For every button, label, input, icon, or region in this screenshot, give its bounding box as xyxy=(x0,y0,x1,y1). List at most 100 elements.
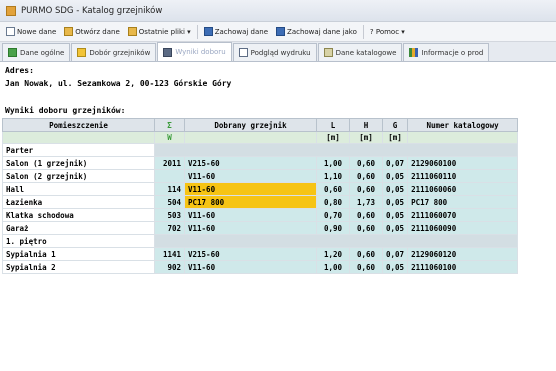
floor-band xyxy=(153,234,519,248)
power-cell: 504 xyxy=(154,195,185,209)
height-cell: 0,60 xyxy=(349,156,383,170)
general-data-icon xyxy=(8,48,17,57)
room-cell: Łazienka xyxy=(2,195,155,209)
table-row[interactable]: Łazienka 504 PC17 800 0,80 1,73 0,05 PC17 800 xyxy=(2,195,519,209)
radiator-cell: V11-60 xyxy=(184,169,317,183)
title-bar: PURMO SDG - Katalog grzejników xyxy=(0,0,556,22)
power-cell: 503 xyxy=(154,208,185,222)
table-row[interactable]: Sypialnia 1 1141 V215-60 1,20 0,60 0,07 212906… xyxy=(2,247,519,261)
tab-print-preview[interactable]: Podgląd wydruku xyxy=(232,43,317,61)
room-cell: Sypialnia 1 xyxy=(2,247,155,261)
unit-cell: W xyxy=(154,131,185,144)
catalog-data-icon xyxy=(323,48,333,57)
room-cell: Salon (1 grzejnik) xyxy=(2,156,155,170)
tab-selection-results[interactable]: Wyniki doboru xyxy=(157,42,232,61)
tab-product-info[interactable]: Informacje o prod xyxy=(403,43,490,61)
catalog-number-cell: 2111060090 xyxy=(407,221,519,235)
app-icon xyxy=(6,5,16,16)
floor-row[interactable]: Parter xyxy=(2,143,519,157)
new-document-icon xyxy=(6,27,15,36)
address-value: Jan Nowak, ul. Sezamkowa 2, 00-123 Górsk… xyxy=(5,79,232,88)
table-row[interactable]: Salon (2 grzejnik) V11-60 1,10 0,60 0,05 2111… xyxy=(2,169,519,183)
print-preview-icon xyxy=(238,48,248,57)
radiator-cell: V11-60 xyxy=(184,208,317,222)
depth-cell: 0,07 xyxy=(381,156,409,170)
height-cell: 0,60 xyxy=(349,182,383,196)
table-row[interactable]: Garaż 702 V11-60 0,90 0,60 0,05 2111060090 xyxy=(2,221,519,235)
product-info-icon xyxy=(409,48,419,57)
power-cell: 902 xyxy=(154,260,185,274)
tab-catalog-data[interactable]: Dane katalogowe xyxy=(317,43,403,61)
radiator-cell: V215-60 xyxy=(184,247,317,261)
new-data-button[interactable]: Nowe dane xyxy=(2,24,60,40)
unit-cell xyxy=(184,131,317,144)
length-cell: 0,60 xyxy=(316,182,350,196)
power-cell: 114 xyxy=(154,182,185,196)
table-units-row: W [m] [m] [m] xyxy=(2,131,519,144)
save-as-button[interactable]: Zachowaj dane jako xyxy=(272,24,361,40)
column-header-depth[interactable]: G xyxy=(381,118,409,132)
depth-cell: 0,07 xyxy=(381,247,409,261)
catalog-number-cell: 2129060120 xyxy=(407,247,519,261)
height-cell: 0,60 xyxy=(349,247,383,261)
radiator-cell: V11-60 xyxy=(184,182,317,196)
results-panel: Adres: Jan Nowak, ul. Sezamkowa 2, 00-12… xyxy=(0,62,556,371)
table-row[interactable]: Salon (1 grzejnik) 2011 V215-60 1,00 0,60 0,0… xyxy=(2,156,519,170)
depth-cell: 0,05 xyxy=(381,208,409,222)
radiator-cell: PC17 800 xyxy=(184,195,317,209)
recent-files-button[interactable]: Ostatnie pliki ▾ xyxy=(124,24,195,40)
table-header-row: Pomieszczenie Σ Dobrany grzejnik L H G N… xyxy=(2,118,519,132)
unit-cell xyxy=(2,131,155,144)
unit-cell xyxy=(407,131,519,144)
catalog-number-cell: 2129060100 xyxy=(407,156,519,170)
floor-row[interactable]: 1. piętro xyxy=(2,234,519,248)
unit-cell: [m] xyxy=(316,131,350,144)
column-header-power[interactable]: Σ xyxy=(154,118,185,132)
tab-general-data[interactable]: Dane ogólne xyxy=(2,43,71,61)
table-body: W [m] [m] [m] Parter Salon (1 grzejnik) 20… xyxy=(2,131,519,274)
column-header-catalog-number[interactable]: Numer katalogowy xyxy=(407,118,519,132)
column-header-radiator[interactable]: Dobrany grzejnik xyxy=(184,118,317,132)
radiator-cell: V11-60 xyxy=(184,260,317,274)
height-cell: 0,60 xyxy=(349,221,383,235)
length-cell: 1,00 xyxy=(316,260,350,274)
catalog-number-cell: 2111060070 xyxy=(407,208,519,222)
help-button[interactable]: ? Pomoc ▾ xyxy=(366,24,409,40)
catalog-number-cell: PC17 800 xyxy=(407,195,519,209)
table-row[interactable]: Sypialnia 2 902 V11-60 1,00 0,60 0,05 21110601… xyxy=(2,260,519,274)
table-row[interactable]: Hall 114 V11-60 0,60 0,60 0,05 2111060060 xyxy=(2,182,519,196)
open-data-button[interactable]: Otwórz dane xyxy=(60,24,124,40)
length-cell: 1,10 xyxy=(316,169,350,183)
length-cell: 0,90 xyxy=(316,221,350,235)
radiator-selection-icon xyxy=(77,48,87,57)
room-cell: Sypialnia 2 xyxy=(2,260,155,274)
save-data-button[interactable]: Zachowaj dane xyxy=(200,24,272,40)
room-cell: Klatka schodowa xyxy=(2,208,155,222)
room-cell: Hall xyxy=(2,182,155,196)
catalog-number-cell: 2111060110 xyxy=(407,169,519,183)
window-title: PURMO SDG - Katalog grzejników xyxy=(21,5,163,16)
depth-cell: 0,05 xyxy=(381,260,409,274)
column-header-room[interactable]: Pomieszczenie xyxy=(2,118,155,132)
radiator-cell: V11-60 xyxy=(184,221,317,235)
floor-band xyxy=(153,143,519,157)
column-header-height[interactable]: H xyxy=(349,118,383,132)
column-header-length[interactable]: L xyxy=(316,118,350,132)
recent-files-icon xyxy=(127,27,137,36)
toolbar-separator xyxy=(196,24,198,39)
depth-cell: 0,05 xyxy=(381,221,409,235)
toolbar-separator xyxy=(362,24,364,39)
address-label: Adres: xyxy=(5,66,34,75)
room-cell: Salon (2 grzejnik) xyxy=(2,169,155,183)
results-heading: Wyniki doboru grzejników: xyxy=(5,106,126,115)
depth-cell: 0,05 xyxy=(381,182,409,196)
table-row[interactable]: Klatka schodowa 503 V11-60 0,70 0,60 0,05 2111… xyxy=(2,208,519,222)
catalog-number-cell: 2111060100 xyxy=(407,260,519,274)
length-cell: 1,20 xyxy=(316,247,350,261)
height-cell: 0,60 xyxy=(349,169,383,183)
save-as-icon xyxy=(276,27,286,36)
tab-radiator-selection[interactable]: Dobór grzejników xyxy=(71,43,157,61)
toolbar: Nowe dane Otwórz dane Ostatnie pliki ▾ Z… xyxy=(0,22,556,42)
radiator-cell: V215-60 xyxy=(184,156,317,170)
unit-cell: [m] xyxy=(381,131,409,144)
